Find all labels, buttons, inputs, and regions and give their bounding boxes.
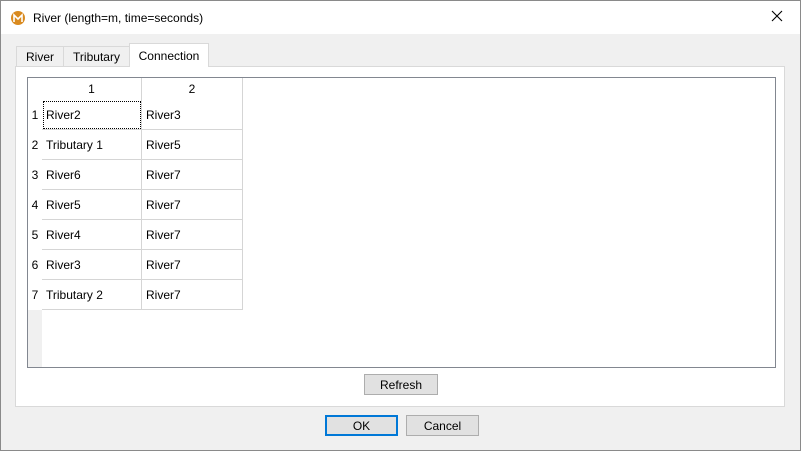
- tab-tributary[interactable]: Tributary: [63, 46, 130, 66]
- column-header-label: 2: [188, 82, 196, 96]
- column-header-2[interactable]: 2: [142, 78, 243, 100]
- tab-label: Connection: [138, 48, 200, 63]
- cell-text: River5: [46, 197, 81, 212]
- window-title: River (length=m, time=seconds): [33, 11, 204, 25]
- cell-text: River5: [146, 137, 181, 152]
- cell-text: Tributary 2: [46, 287, 103, 302]
- table-cell[interactable]: River3: [142, 100, 243, 130]
- cell-text: River4: [46, 227, 81, 242]
- close-icon: [771, 10, 783, 25]
- row-header-4[interactable]: 4: [28, 190, 42, 220]
- table-cell[interactable]: River3: [42, 250, 142, 280]
- row-number: 6: [31, 258, 39, 272]
- row-header-2[interactable]: 2: [28, 130, 42, 160]
- row-number: 7: [31, 288, 39, 302]
- row-header-5[interactable]: 5: [28, 220, 42, 250]
- table-cell[interactable]: River7: [142, 220, 243, 250]
- ok-button-label: OK: [352, 418, 371, 433]
- cell-text: River3: [146, 107, 181, 122]
- cell-text: River3: [46, 257, 81, 272]
- connection-grid[interactable]: 1 2 1 River2 River3 2 Tributary 1 River5…: [27, 77, 776, 368]
- column-header-label: 1: [88, 82, 95, 96]
- row-header-6[interactable]: 6: [28, 250, 42, 280]
- cell-text: River7: [146, 257, 181, 272]
- cell-text: River7: [146, 167, 181, 182]
- refresh-button-label: Refresh: [379, 377, 423, 392]
- table-cell[interactable]: Tributary 2: [42, 280, 142, 310]
- title-bar: River (length=m, time=seconds): [1, 1, 800, 34]
- cell-text: River7: [146, 227, 181, 242]
- close-button[interactable]: [754, 1, 800, 34]
- cell-text: River6: [46, 167, 81, 182]
- cancel-button-label: Cancel: [423, 418, 462, 433]
- column-header-1[interactable]: 1: [42, 78, 142, 100]
- table-cell[interactable]: River7: [142, 280, 243, 310]
- row-number: 2: [31, 138, 39, 152]
- cancel-button[interactable]: Cancel: [406, 415, 479, 436]
- table-cell[interactable]: River5: [42, 190, 142, 220]
- row-number: 4: [31, 198, 39, 212]
- grid-corner: [28, 78, 42, 100]
- cell-text: River7: [146, 197, 181, 212]
- table-cell[interactable]: Tributary 1: [42, 130, 142, 160]
- tab-label: River: [25, 49, 54, 64]
- refresh-button[interactable]: Refresh: [364, 374, 438, 395]
- cell-text: Tributary 1: [46, 137, 103, 152]
- app-logo-icon: [10, 10, 26, 26]
- connection-panel: 1 2 1 River2 River3 2 Tributary 1 River5…: [15, 66, 785, 407]
- table-cell[interactable]: River7: [142, 190, 243, 220]
- cell-text: River2: [46, 107, 81, 122]
- tab-connection[interactable]: Connection: [129, 43, 209, 67]
- dialog-window: River (length=m, time=seconds) River Tri…: [0, 0, 801, 451]
- table-cell[interactable]: River7: [142, 250, 243, 280]
- row-number: 5: [31, 228, 39, 242]
- table-cell[interactable]: River5: [142, 130, 243, 160]
- row-header-3[interactable]: 3: [28, 160, 42, 190]
- cell-text: River7: [146, 287, 181, 302]
- table-cell[interactable]: River6: [42, 160, 142, 190]
- row-number: 3: [31, 168, 39, 182]
- table-cell[interactable]: River4: [42, 220, 142, 250]
- row-header-1[interactable]: 1: [28, 100, 42, 130]
- row-number: 1: [31, 108, 39, 122]
- row-header-7[interactable]: 7: [28, 280, 42, 310]
- ok-button[interactable]: OK: [325, 415, 398, 436]
- table-cell[interactable]: River2: [42, 100, 142, 130]
- tab-river[interactable]: River: [16, 46, 64, 66]
- table-cell[interactable]: River7: [142, 160, 243, 190]
- tab-label: Tributary: [73, 49, 120, 64]
